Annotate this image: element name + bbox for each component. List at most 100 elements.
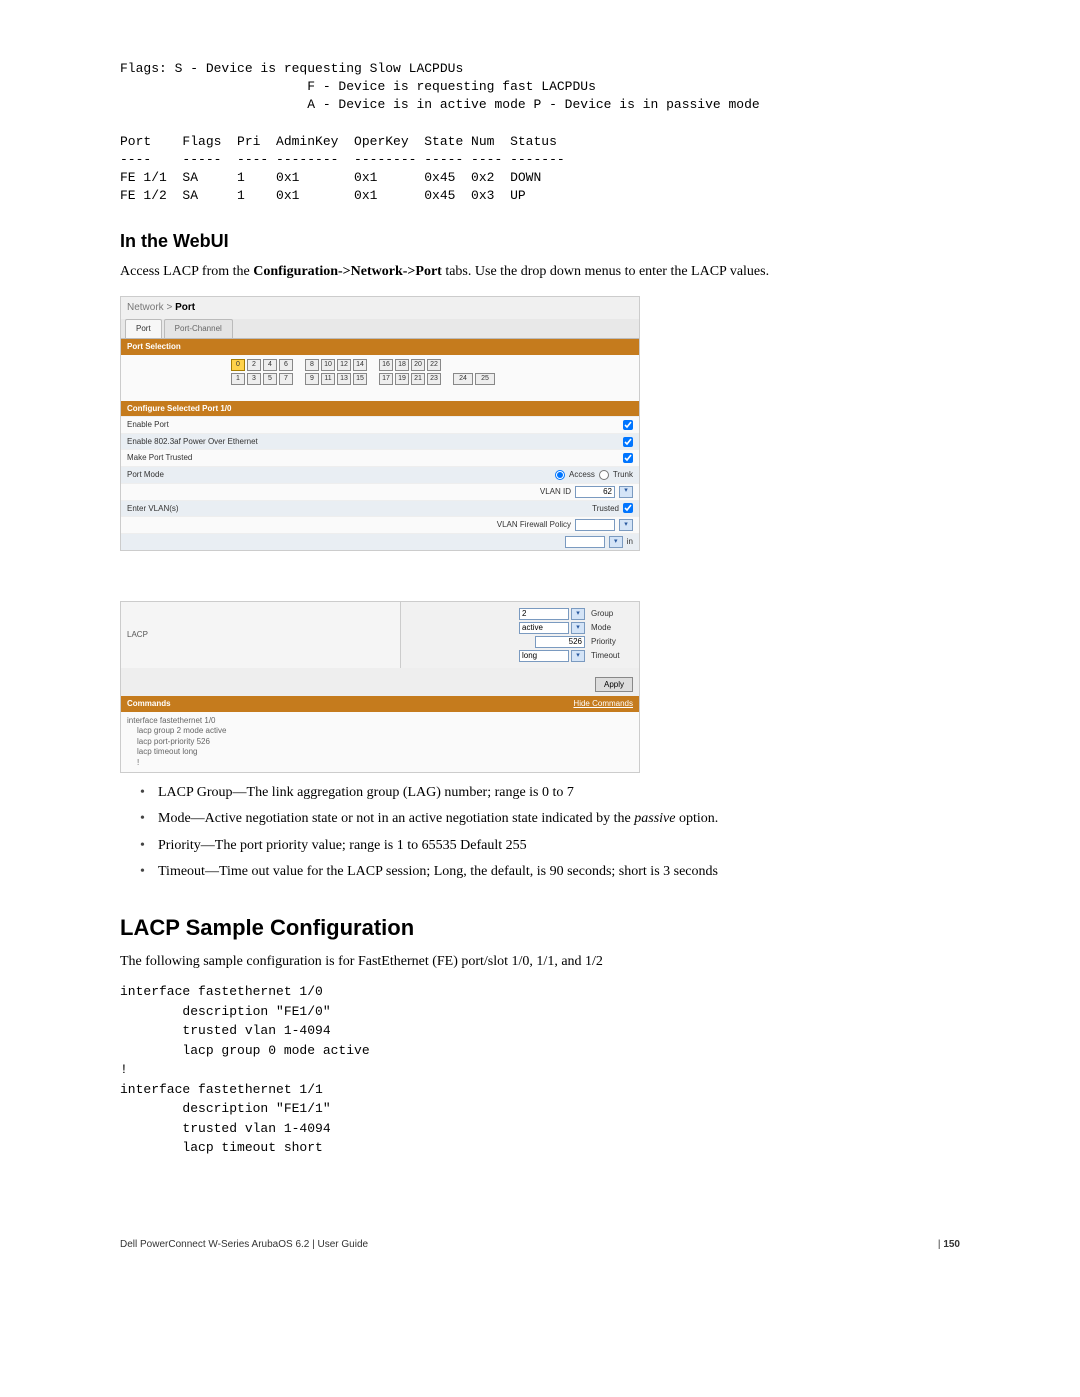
input-lacp-timeout[interactable]: long [519,650,569,662]
port-18[interactable]: 18 [395,359,409,371]
cmd-line-2: lacp port-priority 526 [137,737,633,747]
port-row-bottom: 1 3 5 7 9 11 13 15 17 19 21 23 24 25 [231,373,639,385]
port-10[interactable]: 10 [321,359,335,371]
bullet-mode-em: passive [634,811,675,826]
commands-body: interface fastethernet 1/0 lacp group 2 … [121,712,639,772]
dropdown-lacp-mode[interactable] [571,622,585,634]
bullet-priority: Priority—The port priority value; range … [140,836,960,856]
apply-bar: Apply [121,668,639,696]
label-trusted-inline: Trusted [592,503,619,515]
lacp-label: LACP [121,602,401,668]
port-22[interactable]: 22 [427,359,441,371]
label-access: Access [569,469,595,481]
checkbox-poe[interactable] [623,437,633,447]
port-20[interactable]: 20 [411,359,425,371]
dropdown-in[interactable] [609,536,623,548]
webui-intro: Access LACP from the Configuration->Netw… [120,262,960,282]
port-12[interactable]: 12 [337,359,351,371]
port-7[interactable]: 7 [279,373,293,385]
label-enable-port: Enable Port [127,419,169,431]
port-16[interactable]: 16 [379,359,393,371]
row-make-trusted: Make Port Trusted [121,449,639,466]
dropdown-lacp-group[interactable] [571,608,585,620]
label-vlan-id: VLAN ID [540,486,571,498]
heading-in-the-webui: In the WebUI [120,228,960,254]
tab-port-channel[interactable]: Port-Channel [164,319,233,338]
input-lacp-priority[interactable]: 526 [535,636,585,648]
apply-button[interactable]: Apply [595,677,633,692]
row-enable-port: Enable Port [121,416,639,433]
port-11[interactable]: 11 [321,373,335,385]
cmd-line-0: interface fastethernet 1/0 [127,716,633,726]
sample-intro: The following sample configuration is fo… [120,952,960,972]
label-lacp-group: Group [591,608,633,620]
label-lacp-timeout: Timeout [591,650,633,662]
row-in: in [121,533,639,550]
input-vlan-id[interactable] [575,486,615,498]
webui-intro-post: tabs. Use the drop down menus to enter t… [442,264,769,279]
label-make-trusted: Make Port Trusted [127,452,192,464]
port-1[interactable]: 1 [231,373,245,385]
port-19[interactable]: 19 [395,373,409,385]
checkbox-make-trusted[interactable] [623,453,633,463]
port-21[interactable]: 21 [411,373,425,385]
port-2[interactable]: 2 [247,359,261,371]
webui-lacp-panel: LACP 2 Group active Mode [120,601,640,773]
radio-access[interactable] [555,470,565,480]
breadcrumb-pre: Network > [127,302,175,313]
port-4[interactable]: 4 [263,359,277,371]
port-selection-header: Port Selection [121,339,639,355]
port-13[interactable]: 13 [337,373,351,385]
tab-port[interactable]: Port [125,319,162,338]
dropdown-fw-policy[interactable] [619,519,633,531]
sample-config-code: interface fastethernet 1/0 description "… [120,982,960,1158]
port-14[interactable]: 14 [353,359,367,371]
footer-page-number: 150 [943,1239,960,1250]
port-15[interactable]: 15 [353,373,367,385]
footer-right: | 150 [938,1238,960,1253]
cmd-line-1: lacp group 2 mode active [137,726,633,736]
breadcrumb: Network > Port [121,297,639,320]
input-in[interactable] [565,536,605,548]
port-8[interactable]: 8 [305,359,319,371]
label-trunk: Trunk [613,469,633,481]
port-6[interactable]: 6 [279,359,293,371]
hide-commands-link[interactable]: Hide Commands [573,698,633,710]
checkbox-vlan-trusted[interactable] [623,503,633,513]
port-25[interactable]: 25 [475,373,495,385]
label-enter-vlans: Enter VLAN(s) [127,503,179,515]
lacp-row-priority: 526 Priority [407,636,633,648]
port-9[interactable]: 9 [305,373,319,385]
input-lacp-mode[interactable]: active [519,622,569,634]
bullet-mode: Mode—Active negotiation state or not in … [140,809,960,829]
port-23[interactable]: 23 [427,373,441,385]
row-poe: Enable 802.3af Power Over Ethernet [121,433,639,450]
dropdown-vlan-id[interactable] [619,486,633,498]
radio-trunk[interactable] [599,470,609,480]
lacp-config-box: LACP 2 Group active Mode [120,601,640,773]
commands-title: Commands [127,698,171,710]
bullet-mode-pre: Mode—Active negotiation state or not in … [158,811,634,826]
configure-port-header: Configure Selected Port 1/0 [121,401,639,417]
lacp-options-list: LACP Group—The link aggregation group (L… [140,783,960,882]
label-lacp-priority: Priority [591,636,633,648]
commands-header: Commands Hide Commands [121,696,639,712]
input-lacp-group[interactable]: 2 [519,608,569,620]
port-0[interactable]: 0 [231,359,245,371]
port-3[interactable]: 3 [247,373,261,385]
dropdown-lacp-timeout[interactable] [571,650,585,662]
row-port-mode: Port Mode Access Trunk [121,466,639,483]
port-24[interactable]: 24 [453,373,473,385]
cmd-line-3: lacp timeout long [137,747,633,757]
port-5[interactable]: 5 [263,373,277,385]
input-fw-policy[interactable] [575,519,615,531]
port-row-top: 0 2 4 6 8 10 12 14 16 18 20 22 [231,359,639,371]
row-enter-vlans: Enter VLAN(s) Trusted [121,500,639,517]
heading-lacp-sample: LACP Sample Configuration [120,912,960,944]
checkbox-enable-port[interactable] [623,420,633,430]
tab-strip: Port Port-Channel [121,319,639,339]
port-17[interactable]: 17 [379,373,393,385]
label-lacp-mode: Mode [591,622,633,634]
bullet-mode-post: option. [675,811,718,826]
bullet-lacp-group: LACP Group—The link aggregation group (L… [140,783,960,803]
